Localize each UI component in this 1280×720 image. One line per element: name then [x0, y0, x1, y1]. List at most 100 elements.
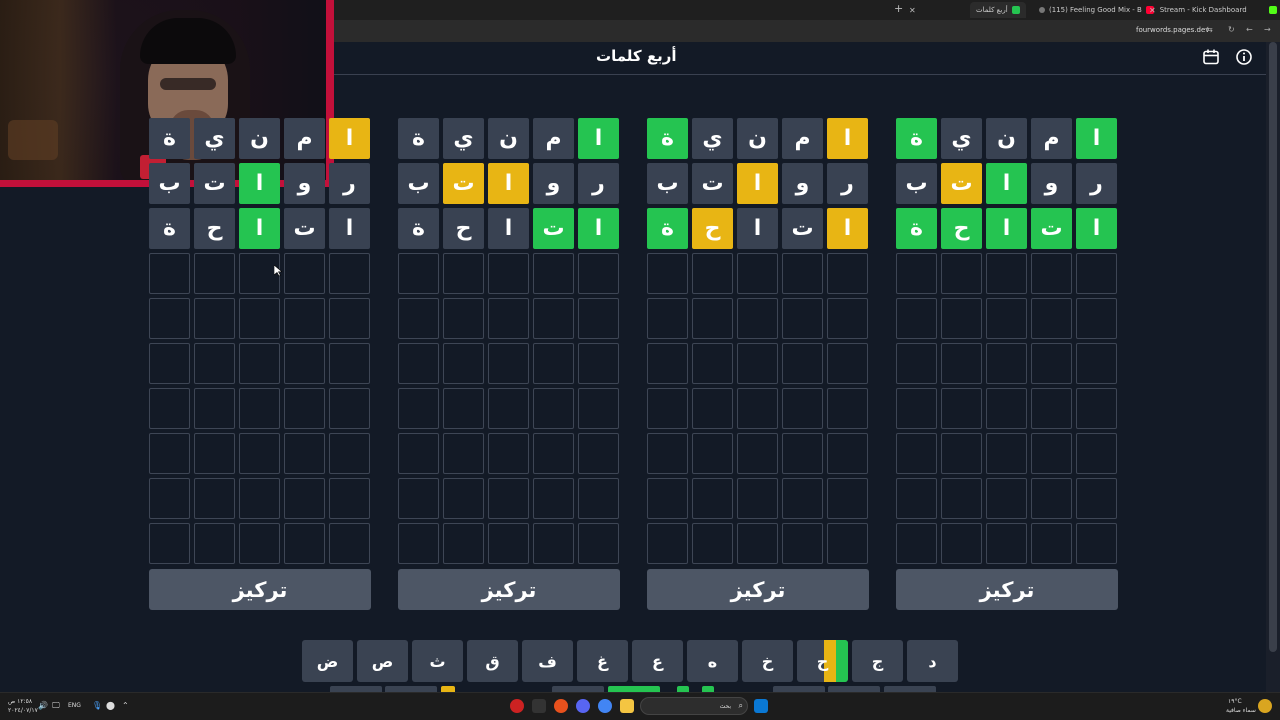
obs-icon[interactable] — [510, 699, 524, 713]
chrome-icon[interactable] — [598, 699, 612, 713]
empty-tile — [1076, 433, 1117, 474]
letter-tile: م — [1031, 118, 1072, 159]
empty-tile — [488, 253, 529, 294]
reload-icon[interactable]: ↻ — [1228, 25, 1235, 34]
tab-youtube[interactable]: (115) Feeling Good Mix - B — [1039, 2, 1154, 18]
empty-tile — [329, 478, 370, 519]
tray-app-icon[interactable]: ⬤ — [106, 701, 115, 710]
search-placeholder: بحث — [719, 703, 731, 710]
keyboard-key[interactable]: ح — [797, 640, 848, 682]
keyboard-key[interactable]: ج — [852, 640, 903, 682]
empty-tile — [329, 388, 370, 429]
site-settings-icon[interactable]: ⇆ — [1206, 25, 1213, 34]
url-text[interactable]: fourwords.pages.dev — [1136, 26, 1209, 34]
focus-button[interactable]: تركيز — [398, 569, 620, 610]
weather-icon[interactable] — [1258, 699, 1272, 713]
discord-icon[interactable] — [576, 699, 590, 713]
file-explorer-icon[interactable] — [620, 699, 634, 713]
tab-kick[interactable]: ✕ Stream - Kick Dashboard — [1149, 2, 1277, 18]
empty-tile — [986, 523, 1027, 564]
letter-tile: ر — [578, 163, 619, 204]
tab-fourwords[interactable]: أربع كلمات — [970, 2, 1026, 18]
empty-tile — [692, 388, 733, 429]
volume-icon[interactable]: 🔊 — [38, 701, 48, 710]
board-3: ة ي ن م ا ب ت ا و ر ة ح ا ت ا تركيز — [647, 118, 869, 610]
keyboard-key[interactable]: د — [907, 640, 958, 682]
tab-close-icon[interactable]: ✕ — [909, 2, 916, 18]
empty-tile — [827, 478, 868, 519]
microphone-icon[interactable]: 🎙 — [92, 701, 102, 710]
board-grid: ةينمابتاورةحاتا — [896, 118, 1118, 564]
empty-tile — [329, 298, 370, 339]
empty-tile — [194, 343, 235, 384]
key-label: ع — [652, 651, 663, 671]
tray-chevron-icon[interactable]: ⌃ — [122, 701, 129, 710]
forward-icon[interactable]: → — [1264, 25, 1271, 34]
clock-date[interactable]: ٢٠٢٤/٠٧/١٧ — [8, 707, 38, 714]
keyboard-key[interactable]: ث — [412, 640, 463, 682]
letter-tile: ة — [398, 208, 439, 249]
weather-desc[interactable]: سماء صافية — [1226, 707, 1256, 714]
key-label: ج — [871, 651, 884, 671]
empty-tile — [578, 253, 619, 294]
keyboard-key[interactable]: ف — [522, 640, 573, 682]
focus-button[interactable]: تركيز — [896, 569, 1118, 610]
focus-button[interactable]: تركيز — [149, 569, 371, 610]
empty-tile — [488, 298, 529, 339]
letter-tile: م — [782, 118, 823, 159]
empty-tile — [782, 298, 823, 339]
empty-tile — [896, 343, 937, 384]
letter-tile: ح — [194, 208, 235, 249]
clock-time[interactable]: ١٢:٥٨ ص — [8, 698, 32, 705]
key-label: ص — [371, 651, 394, 671]
taskbar-search[interactable]: بحث ⌕ — [640, 697, 748, 715]
focus-button[interactable]: تركيز — [647, 569, 869, 610]
empty-tile — [488, 523, 529, 564]
keyboard-key[interactable]: خ — [742, 640, 793, 682]
firefox-icon[interactable] — [554, 699, 568, 713]
keyboard-key[interactable]: ق — [467, 640, 518, 682]
empty-tile — [533, 253, 574, 294]
empty-tile — [149, 523, 190, 564]
board-2: ة ي ن م ا ب ت ا و ر ة ح ا ت ا تركيز — [398, 118, 620, 610]
letter-tile: ت — [533, 208, 574, 249]
letter-tile: ة — [647, 208, 688, 249]
empty-tile — [692, 433, 733, 474]
empty-tile — [329, 523, 370, 564]
empty-tile — [284, 343, 325, 384]
start-icon[interactable] — [754, 699, 768, 713]
language-indicator[interactable]: ENG — [68, 702, 81, 709]
letter-tile: ي — [443, 118, 484, 159]
info-icon[interactable] — [1235, 48, 1253, 66]
empty-tile — [284, 253, 325, 294]
letter-tile: ح — [941, 208, 982, 249]
empty-tile — [737, 433, 778, 474]
empty-tile — [443, 343, 484, 384]
keyboard-key[interactable]: ه — [687, 640, 738, 682]
key-label: غ — [597, 651, 608, 671]
new-tab-button[interactable]: + — [894, 2, 903, 15]
kick-favicon-icon — [1268, 6, 1277, 14]
address-bar[interactable]: fourwords.pages.dev ⇆ ↻ ← → — [334, 20, 1280, 42]
empty-tile — [692, 478, 733, 519]
empty-tile — [647, 523, 688, 564]
calendar-icon[interactable] — [1202, 48, 1220, 66]
scrollbar[interactable] — [1266, 42, 1280, 692]
scrollbar-thumb[interactable] — [1269, 42, 1277, 652]
empty-tile — [1076, 253, 1117, 294]
letter-tile: ة — [398, 118, 439, 159]
empty-tile — [398, 298, 439, 339]
empty-tile — [578, 478, 619, 519]
keyboard-key[interactable]: غ — [577, 640, 628, 682]
empty-tile — [533, 433, 574, 474]
back-icon[interactable]: ← — [1246, 25, 1253, 34]
keyboard-key[interactable]: ص — [357, 640, 408, 682]
empty-tile — [737, 478, 778, 519]
empty-tile — [986, 388, 1027, 429]
network-icon[interactable]: 🖵 — [52, 701, 60, 711]
empty-tile — [986, 253, 1027, 294]
keyboard-key[interactable]: ع — [632, 640, 683, 682]
keyboard-key[interactable]: ض — [302, 640, 353, 682]
weather-temp[interactable]: ١٩°C — [1228, 698, 1242, 705]
app-icon-1[interactable] — [532, 699, 546, 713]
